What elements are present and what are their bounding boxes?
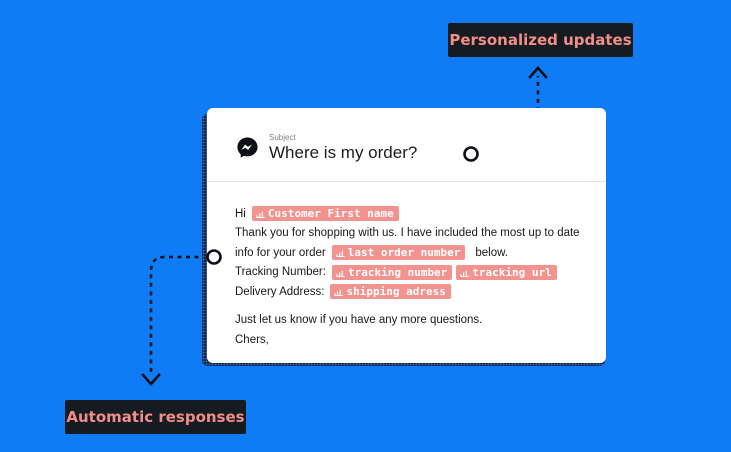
connector-bottom-node	[206, 249, 222, 265]
connector-top-node	[463, 146, 479, 162]
automatic-responses-label: Automatic responses	[65, 400, 246, 434]
connector-nodes	[206, 146, 479, 265]
